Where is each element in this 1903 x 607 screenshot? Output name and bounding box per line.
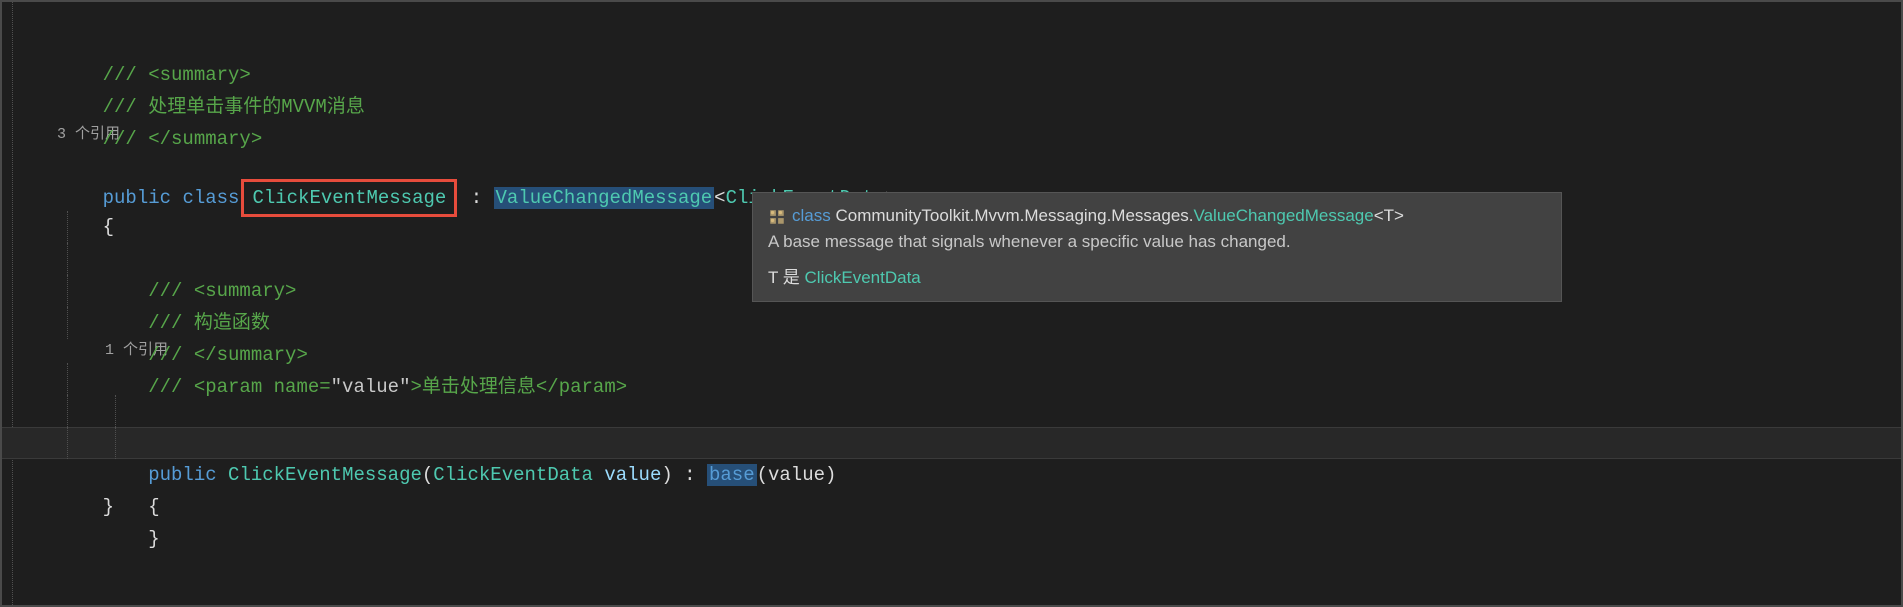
keyword-public: public bbox=[103, 187, 171, 209]
code-line[interactable]: /// <summary> bbox=[57, 27, 1901, 59]
param-type: ClickEventData bbox=[433, 464, 593, 486]
param-name: value bbox=[593, 464, 661, 486]
selected-text: base bbox=[707, 464, 757, 486]
brace-open: { bbox=[148, 496, 159, 518]
code-line[interactable]: /// <param name="value">单击处理信息</param> bbox=[57, 307, 1901, 339]
code-line[interactable]: /// 处理单击事件的MVVM消息 bbox=[57, 59, 1901, 91]
xml-doc-comment: /// 处理单击事件的MVVM消息 bbox=[103, 96, 365, 118]
tooltip-description: A base message that signals whenever a s… bbox=[768, 229, 1546, 255]
intellisense-tooltip: class CommunityToolkit.Mvvm.Messaging.Me… bbox=[752, 192, 1562, 302]
xml-tag: </summary> bbox=[194, 344, 308, 366]
selected-text: ValueChangedMessage bbox=[494, 187, 715, 209]
keyword-base: base bbox=[709, 464, 755, 486]
codelens-references[interactable]: 3 个引用 bbox=[57, 123, 1901, 147]
xml-doc-text: 构造函数 bbox=[194, 312, 270, 334]
keyword-class: class bbox=[182, 187, 239, 209]
brace-open: { bbox=[103, 216, 114, 238]
base-type: ValueChangedMessage bbox=[496, 187, 713, 209]
brace-close: } bbox=[148, 528, 159, 550]
xml-doc-comment: /// </summary> bbox=[103, 128, 263, 150]
xml-param-text: 单击处理信息 bbox=[422, 376, 536, 398]
code-editor[interactable]: /// <summary> /// 处理单击事件的MVVM消息 /// </su… bbox=[0, 0, 1903, 607]
colon: : bbox=[459, 187, 493, 209]
tooltip-signature: class CommunityToolkit.Mvvm.Messaging.Me… bbox=[768, 203, 1546, 229]
code-line[interactable]: { bbox=[57, 395, 1901, 427]
constructor-name: ClickEventMessage bbox=[228, 464, 422, 486]
brace-close: } bbox=[103, 496, 114, 518]
xml-tag: <summary> bbox=[194, 280, 297, 302]
keyword-public: public bbox=[148, 464, 216, 486]
class-icon bbox=[768, 208, 786, 226]
tooltip-type-param: T 是 ClickEventData bbox=[768, 265, 1546, 291]
codelens-references[interactable]: 1 个引用 bbox=[57, 339, 1901, 363]
xml-doc-comment: /// <summary> bbox=[103, 64, 251, 86]
class-name: ClickEventMessage bbox=[252, 187, 446, 209]
xml-param-tag: <param name= bbox=[194, 376, 331, 398]
highlight-box: ClickEventMessage bbox=[241, 179, 457, 217]
class-declaration-line[interactable]: public classClickEventMessage : ValueCha… bbox=[57, 147, 1901, 179]
code-line[interactable]: } bbox=[57, 427, 1901, 459]
base-arg: value bbox=[768, 464, 825, 486]
